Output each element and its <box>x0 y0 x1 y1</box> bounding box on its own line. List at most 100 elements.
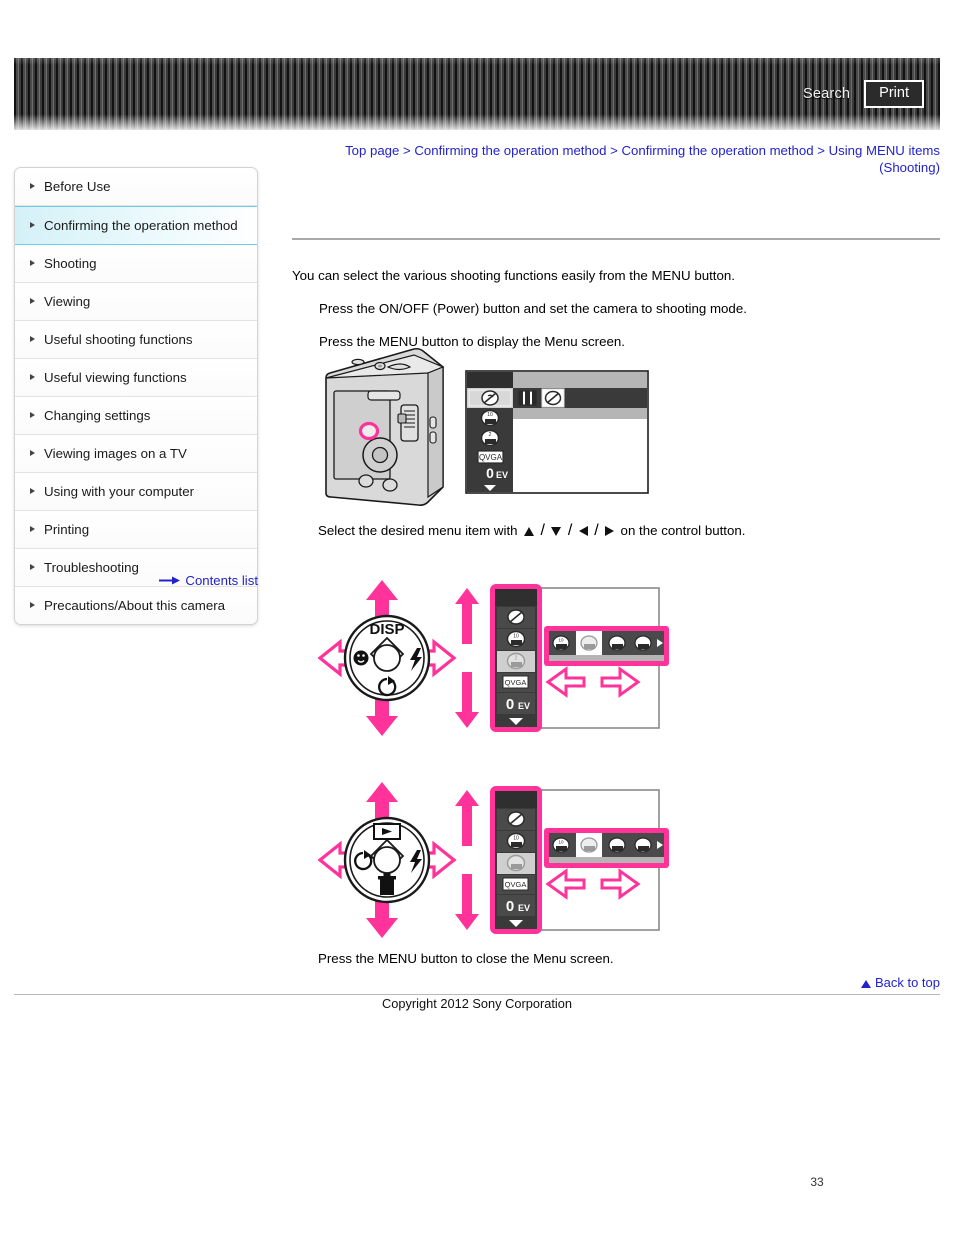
self-timer-off-icon <box>608 635 626 651</box>
step-3-prefix: Select the desired menu item with <box>318 523 518 538</box>
sidebar-item-label: Useful shooting functions <box>44 332 193 347</box>
bullet-triangle-icon <box>30 336 35 342</box>
menu-screen-panel: 10 QVGA 0 EV 10 <box>490 786 669 934</box>
bullet-triangle-icon <box>30 526 35 532</box>
svg-text:2: 2 <box>515 656 518 662</box>
triangle-left-icon <box>578 526 588 536</box>
sidebar-item-confirming-the-operation-method[interactable]: Confirming the operation method <box>15 206 257 245</box>
step-3-paragraph: Select the desired menu item with / / / … <box>318 521 938 541</box>
svg-text:10: 10 <box>558 638 564 643</box>
breadcrumb: Top page > Confirming the operation meth… <box>292 142 940 176</box>
sidebar-item-using-with-your-computer[interactable]: Using with your computer <box>15 473 257 511</box>
breadcrumb-item-current[interactable]: Using MENU items (Shooting) <box>829 143 940 175</box>
playback-icon <box>373 823 401 840</box>
breadcrumb-separator: > <box>610 143 618 158</box>
vertical-double-arrow <box>455 790 479 930</box>
sidebar-item-precautions-about-this-camera[interactable]: Precautions/About this camera <box>15 587 257 624</box>
vertical-double-arrow <box>455 588 479 728</box>
image-size-vga-icon: QVGA <box>497 673 535 692</box>
menu-screen-panel: 10 2 QVGA 0 EV <box>490 584 669 732</box>
breadcrumb-item-confirming-1[interactable]: Confirming the operation method <box>414 143 606 158</box>
sidebar-item-label: Using with your computer <box>44 484 195 499</box>
breadcrumb-separator: > <box>403 143 411 158</box>
svg-text:2: 2 <box>489 432 492 438</box>
intro-paragraph: You can select the various shooting func… <box>292 268 735 283</box>
exposure-0ev-icon: 0 EV <box>497 693 535 714</box>
svg-text:0: 0 <box>506 898 514 915</box>
self-timer-2sec-icon-selected <box>576 631 602 655</box>
step-3-sep: / <box>567 522 573 539</box>
sidebar-item-viewing-images-on-a-tv[interactable]: Viewing images on a TV <box>15 435 257 473</box>
self-timer-10sec-icon: 10 <box>552 837 570 853</box>
page-number: 33 <box>0 1175 954 1189</box>
triangle-down-icon <box>551 527 562 536</box>
svg-text:EV: EV <box>496 470 508 480</box>
header-actions: Search Print <box>803 58 924 130</box>
sidebar-item-label: Shooting <box>44 256 97 271</box>
image-size-vga-icon: QVGA <box>497 875 535 894</box>
svg-text:10: 10 <box>513 836 519 842</box>
control-wheel <box>343 816 431 904</box>
scene-selection-icon <box>481 390 499 406</box>
sidebar-item-changing-settings[interactable]: Changing settings <box>15 397 257 435</box>
bullet-triangle-icon <box>30 298 35 304</box>
self-timer-portrait-icon <box>634 837 652 853</box>
bullet-triangle-icon <box>30 450 35 456</box>
search-link[interactable]: Search <box>803 86 850 102</box>
step-3-sep: / <box>594 522 599 539</box>
svg-text:10: 10 <box>558 840 564 845</box>
bullet-triangle-icon <box>30 412 35 418</box>
bullet-triangle-icon <box>30 222 35 228</box>
step-3-sep: / <box>540 522 545 539</box>
sidebar-item-label: Viewing <box>44 294 91 309</box>
svg-text:QVGA: QVGA <box>505 880 527 889</box>
bullet-triangle-icon <box>30 260 35 266</box>
bullet-triangle-icon <box>30 488 35 494</box>
contents-list-link[interactable]: Contents list <box>185 573 258 588</box>
contents-list-row: Contents list <box>14 572 258 588</box>
step-1-paragraph: Press the ON/OFF (Power) button and set … <box>319 301 747 316</box>
sidebar-item-printing[interactable]: Printing <box>15 511 257 549</box>
self-timer-icon: 2 <box>480 429 500 447</box>
sidebar-item-before-use[interactable]: Before Use <box>15 168 257 206</box>
copyright-text: Copyright 2012 Sony Corporation <box>382 996 572 1011</box>
disp-label: DISP <box>369 621 404 638</box>
bullet-triangle-icon <box>30 602 35 608</box>
movie-mode-icon <box>518 390 537 406</box>
smile-shutter-icon: 10 <box>480 409 500 427</box>
sidebar-navigation: Before Use Confirming the operation meth… <box>14 167 258 625</box>
figure-camera-menu-screen: 10 2 QVGA 0 EV <box>318 345 658 515</box>
sidebar-item-shooting[interactable]: Shooting <box>15 245 257 283</box>
svg-text:0: 0 <box>506 696 514 713</box>
page-number-value: 33 <box>810 1175 824 1189</box>
step-4-paragraph: Press the MENU button to close the Menu … <box>318 951 614 966</box>
self-timer-2sec-icon-selected <box>576 833 602 857</box>
breadcrumb-separator: > <box>817 143 825 158</box>
smile-shutter-icon <box>353 650 369 666</box>
self-timer-10sec-icon: 10 <box>552 635 570 651</box>
back-to-top-link[interactable]: Back to top <box>860 975 940 990</box>
triangle-up-icon <box>860 980 871 988</box>
print-button[interactable]: Print <box>864 79 924 109</box>
bullet-triangle-icon <box>30 183 35 189</box>
svg-text:QVGA: QVGA <box>479 453 503 462</box>
sidebar-item-label: Useful viewing functions <box>44 370 187 385</box>
sidebar-item-label: Printing <box>44 522 90 537</box>
svg-text:EV: EV <box>518 903 530 913</box>
sidebar-item-label: Changing settings <box>44 408 151 423</box>
sidebar-item-useful-viewing-functions[interactable]: Useful viewing functions <box>15 359 257 397</box>
arrow-right-icon <box>159 573 181 588</box>
menu-screen-panel: 10 2 QVGA 0 EV <box>465 370 649 494</box>
sidebar-item-useful-shooting-functions[interactable]: Useful shooting functions <box>15 321 257 359</box>
sidebar-item-label: Viewing images on a TV <box>44 446 187 461</box>
bullet-triangle-icon <box>30 564 35 570</box>
sidebar-item-label: Before Use <box>44 179 111 194</box>
bullet-triangle-icon <box>30 374 35 380</box>
footer-divider <box>14 994 940 995</box>
scene-selection-icon-selected <box>541 388 565 408</box>
sidebar-item-viewing[interactable]: Viewing <box>15 283 257 321</box>
breadcrumb-item-confirming-2[interactable]: Confirming the operation method <box>622 143 814 158</box>
breadcrumb-item-top-page[interactable]: Top page <box>345 143 399 158</box>
site-header-banner: Search Print <box>14 58 940 130</box>
self-timer-icon-selected <box>497 853 535 874</box>
